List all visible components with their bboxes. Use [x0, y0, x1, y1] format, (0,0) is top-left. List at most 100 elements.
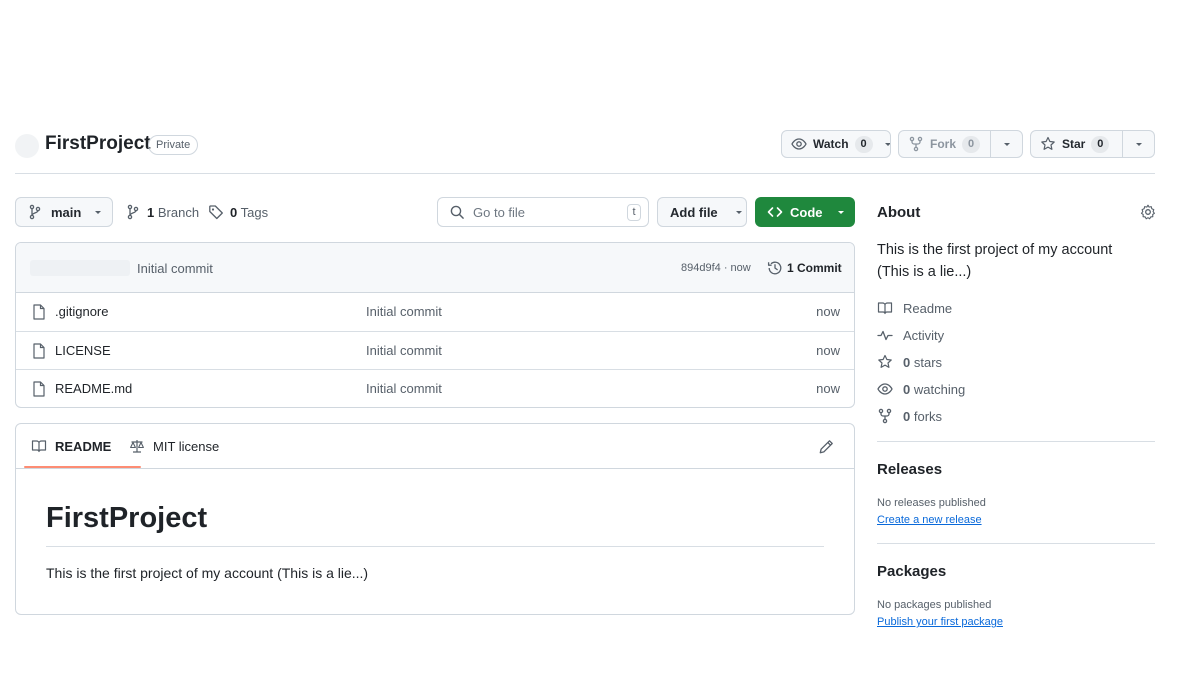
file-icon [32, 304, 46, 320]
owner-avatar[interactable] [15, 134, 39, 158]
watch-count: 0 [854, 135, 873, 153]
forks-count: 0 [903, 408, 911, 424]
file-row[interactable]: LICENSE Initial commit now [16, 331, 854, 369]
activity-link-label: Activity [903, 327, 945, 343]
code-icon [767, 204, 783, 220]
fork-dropdown-button[interactable] [990, 131, 1022, 157]
readme-body: This is the first project of my account … [46, 565, 369, 581]
chevron-down-icon [883, 139, 890, 149]
active-tab-indicator [24, 466, 141, 468]
watching-link[interactable]: 0 watching [877, 381, 965, 397]
chevron-down-icon [836, 207, 846, 217]
branches-count: 1 [147, 204, 155, 220]
file-commit-message[interactable]: Initial commit [366, 343, 442, 358]
packages-heading[interactable]: Packages [877, 563, 946, 580]
pencil-icon[interactable] [818, 439, 834, 455]
commit-author-avatar[interactable] [30, 260, 130, 276]
add-file-button[interactable]: Add file [657, 197, 747, 227]
fork-button-group: Fork 0 [898, 130, 1023, 158]
file-browser: Initial commit 894d9f4 · now 1 Commit .g… [15, 242, 855, 408]
tags-link[interactable]: 0 Tags [208, 204, 268, 220]
watch-button-group: Watch 0 [781, 130, 891, 158]
about-description: This is the first project of my account … [877, 242, 1113, 280]
commit-history-link[interactable]: 1 Commit [767, 260, 842, 276]
git-branch-icon [125, 204, 141, 220]
file-timestamp: now [816, 381, 840, 396]
chevron-down-icon [734, 207, 744, 217]
tab-readme[interactable]: README [31, 438, 111, 454]
tags-label: Tags [240, 204, 269, 220]
file-commit-message[interactable]: Initial commit [366, 381, 442, 396]
star-button-group: Star 0 [1030, 130, 1155, 158]
fork-icon [877, 408, 893, 424]
star-icon [877, 354, 893, 370]
readme-link[interactable]: Readme [877, 300, 952, 316]
file-name[interactable]: .gitignore [55, 304, 108, 319]
file-icon [32, 343, 46, 359]
repo-name[interactable]: FirstProject [45, 133, 151, 155]
gear-icon[interactable] [1140, 204, 1156, 220]
branches-label: Branch [157, 204, 200, 220]
tab-license[interactable]: MIT license [129, 438, 219, 454]
fork-button[interactable]: Fork 0 [899, 131, 990, 157]
star-count: 0 [1091, 135, 1110, 153]
pulse-icon [877, 327, 893, 343]
branches-link[interactable]: 1 Branch [125, 204, 199, 220]
file-name[interactable]: README.md [55, 381, 132, 396]
create-release-link[interactable]: Create a new release [877, 514, 982, 526]
star-icon [1040, 136, 1056, 152]
file-icon [32, 381, 46, 397]
eye-icon [877, 381, 893, 397]
go-to-file-input[interactable]: Go to file t [437, 197, 649, 227]
history-icon [767, 260, 783, 276]
releases-heading[interactable]: Releases [877, 461, 942, 478]
book-icon [31, 438, 47, 454]
tags-count: 0 [230, 204, 238, 220]
sidebar-divider [877, 441, 1155, 442]
chevron-down-icon [1002, 139, 1012, 149]
forks-label: forks [913, 408, 943, 424]
readme-tabs: README MIT license [16, 424, 854, 469]
branch-name: main [51, 204, 82, 220]
git-branch-icon [27, 204, 43, 220]
commit-message[interactable]: Initial commit [137, 261, 213, 276]
chevron-down-icon [93, 207, 103, 217]
packages-empty-text: No packages published [877, 599, 992, 611]
forks-link[interactable]: 0 forks [877, 408, 942, 424]
fork-count: 0 [962, 135, 981, 153]
fork-icon [908, 136, 924, 152]
readme-heading: FirstProject [46, 502, 208, 534]
search-icon [449, 204, 465, 220]
activity-link[interactable]: Activity [877, 327, 944, 343]
repo-header: FirstProject Private Watch 0 Fork 0 Star… [15, 130, 1155, 160]
commit-count: 1 Commit [787, 261, 842, 275]
file-commit-message[interactable]: Initial commit [366, 304, 442, 319]
stars-count: 0 [903, 354, 911, 370]
file-timestamp: now [816, 343, 840, 358]
watch-button[interactable]: Watch 0 [782, 131, 890, 157]
eye-icon [791, 136, 807, 152]
commit-hash-time[interactable]: 894d9f4 · now [681, 262, 751, 274]
file-row[interactable]: README.md Initial commit now [16, 369, 854, 407]
keyboard-shortcut-hint: t [627, 204, 641, 221]
releases-empty-text: No releases published [877, 497, 986, 509]
about-heading: About [877, 204, 921, 221]
star-dropdown-button[interactable] [1122, 131, 1154, 157]
latest-commit-bar: Initial commit 894d9f4 · now 1 Commit [16, 243, 854, 293]
tag-icon [208, 204, 224, 220]
chevron-down-icon [1134, 139, 1144, 149]
tab-license-label: MIT license [153, 438, 220, 454]
star-button[interactable]: Star 0 [1031, 131, 1122, 157]
code-button[interactable]: Code [755, 197, 855, 227]
file-name[interactable]: LICENSE [55, 343, 111, 358]
star-label: Star [1062, 137, 1086, 151]
watch-label: Watch [813, 137, 849, 151]
publish-package-link[interactable]: Publish your first package [877, 616, 1003, 628]
stars-label: stars [913, 354, 943, 370]
readme-heading-divider [46, 546, 824, 547]
branch-selector[interactable]: main [15, 197, 113, 227]
watching-count: 0 [903, 381, 911, 397]
watching-label: watching [913, 381, 966, 397]
file-row[interactable]: .gitignore Initial commit now [16, 293, 854, 331]
stars-link[interactable]: 0 stars [877, 354, 942, 370]
